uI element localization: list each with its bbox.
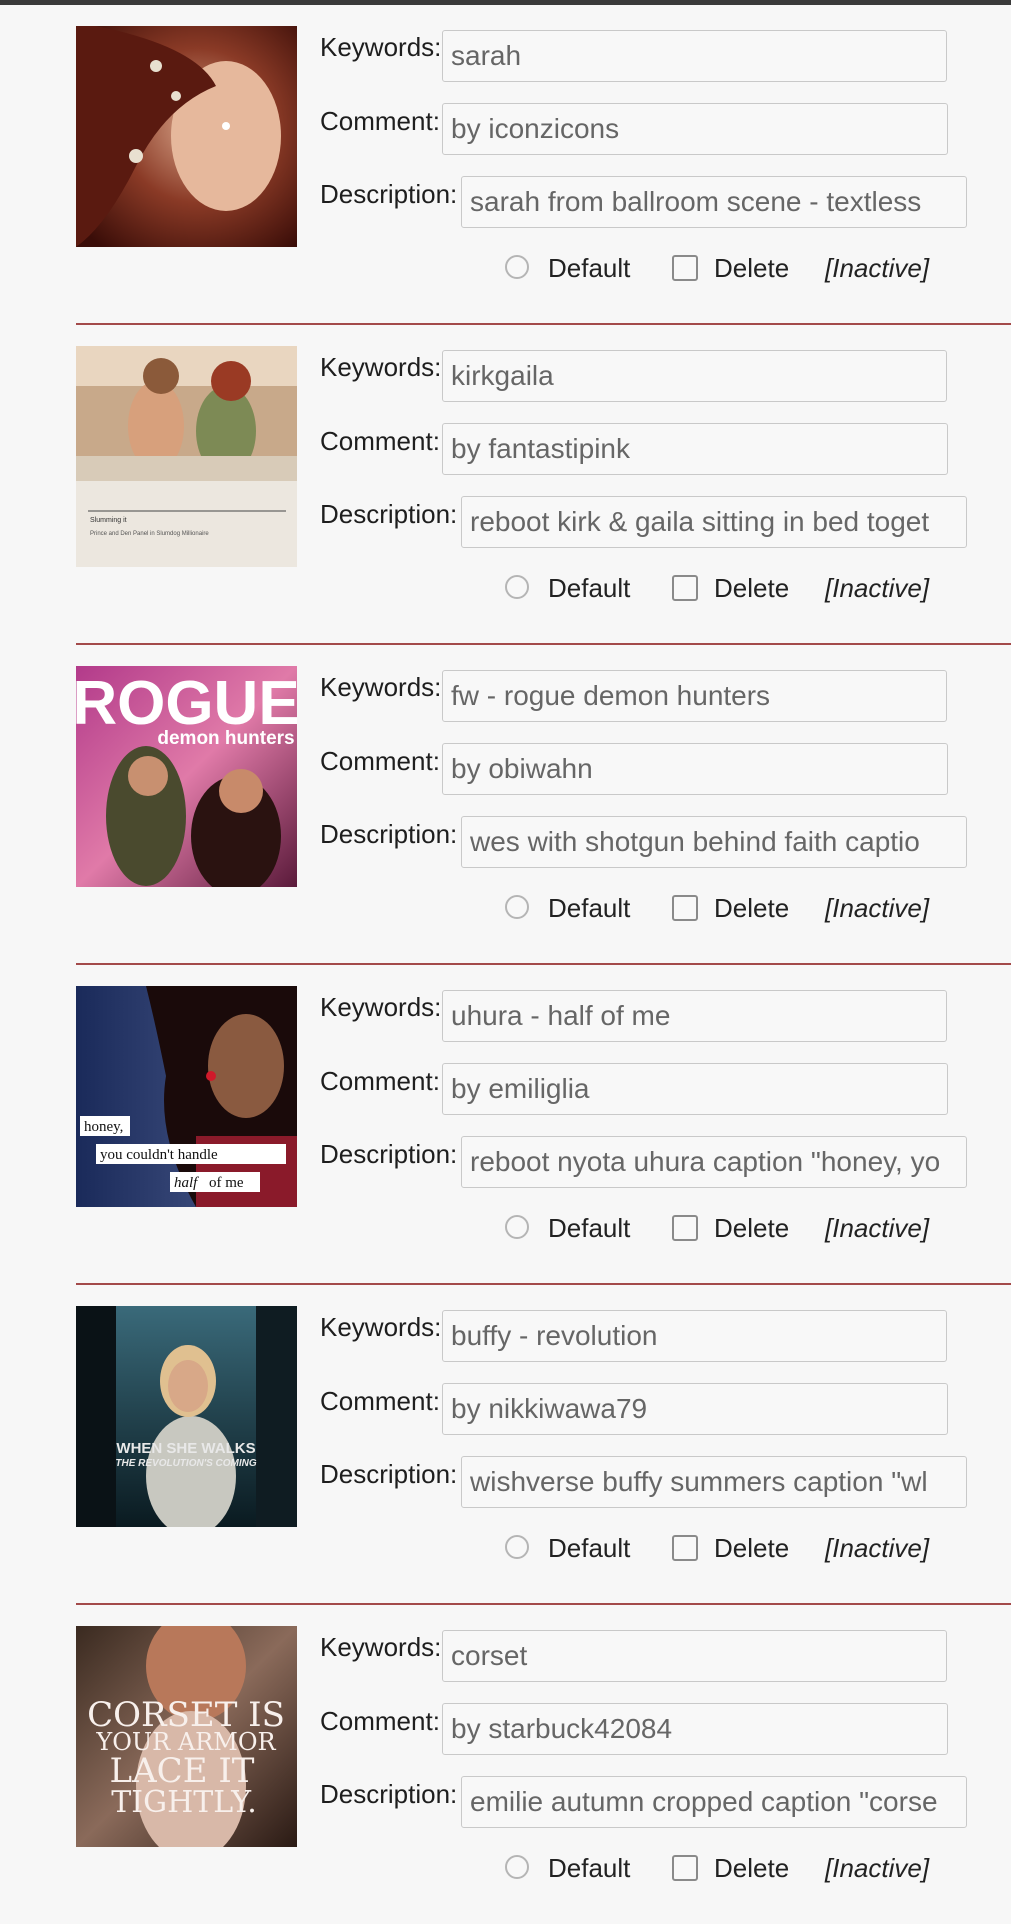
description-label: Description: [320,1459,458,1489]
default-label: Default [548,1853,631,1883]
description-input[interactable] [461,1456,967,1508]
default-radio[interactable] [505,895,529,919]
delete-label: Delete [714,253,790,283]
sarah-ballroom-image [76,26,297,247]
userpic-thumbnail[interactable]: WHEN SHE WALKS THE REVOLUTION'S COMING [76,1306,297,1527]
keywords-input[interactable] [442,670,947,722]
keywords-label: Keywords: [320,32,442,62]
delete-checkbox[interactable] [672,575,698,601]
keywords-input[interactable] [442,1630,947,1682]
default-label: Default [548,253,631,283]
delete-label: Delete [714,573,790,603]
default-radio[interactable] [505,1535,529,1559]
corset-image: CORSET IS YOUR ARMOR LACE IT TIGHTLY. [76,1626,297,1847]
buffy-image: WHEN SHE WALKS THE REVOLUTION'S COMING [76,1306,297,1527]
comment-label: Comment: [320,106,440,136]
comment-label: Comment: [320,1706,440,1736]
default-radio[interactable] [505,575,529,599]
image-caption-line2: THE REVOLUTION'S COMING [115,1458,256,1469]
comment-label: Comment: [320,1066,440,1096]
image-caption-ofme: of me [209,1175,244,1191]
comment-label: Comment: [320,746,440,776]
icon-entry: Slumming it Prince and Den Panel in Slum… [0,324,1011,645]
status-label: [Inactive] [825,573,930,603]
description-input[interactable] [461,1136,967,1188]
default-label: Default [548,893,631,923]
keywords-label: Keywords: [320,992,442,1022]
image-caption-half: half [174,1175,199,1191]
delete-checkbox[interactable] [672,255,698,281]
keywords-input[interactable] [442,1310,947,1362]
description-label: Description: [320,499,458,529]
comment-input[interactable] [442,1383,948,1435]
status-label: [Inactive] [825,893,930,923]
status-label: [Inactive] [825,1533,930,1563]
icon-entry: ROGUE demon hunters Keywords: Comment: D… [0,644,1011,965]
image-caption-line2: you couldn't handle [100,1147,218,1163]
icon-entry: CORSET IS YOUR ARMOR LACE IT TIGHTLY. Ke… [0,1604,1011,1924]
image-caption-line1: honey, [84,1119,123,1135]
rogue-demon-hunters-image: ROGUE demon hunters [76,666,297,887]
delete-label: Delete [714,1213,790,1243]
image-caption-line1: WHEN SHE WALKS [116,1440,255,1457]
comment-input[interactable] [442,1703,948,1755]
userpic-thumbnail[interactable] [76,26,297,247]
description-label: Description: [320,179,458,209]
keywords-label: Keywords: [320,672,442,702]
image-caption-subtitle: Prince and Den Panel in Slumdog Milliona… [90,531,209,537]
keywords-input[interactable] [442,30,947,82]
userpic-thumbnail[interactable]: Slumming it Prince and Den Panel in Slum… [76,346,297,567]
image-caption-title: Slumming it [90,517,127,524]
description-label: Description: [320,819,458,849]
description-input[interactable] [461,496,967,548]
uhura-image: honey, you couldn't handle half of me [76,986,297,1207]
keywords-input[interactable] [442,350,947,402]
userpic-thumbnail[interactable]: CORSET IS YOUR ARMOR LACE IT TIGHTLY. [76,1626,297,1847]
delete-checkbox[interactable] [672,1535,698,1561]
description-label: Description: [320,1139,458,1169]
keywords-label: Keywords: [320,1312,442,1342]
keywords-label: Keywords: [320,1632,442,1662]
description-input[interactable] [461,1776,967,1828]
default-radio[interactable] [505,1215,529,1239]
delete-checkbox[interactable] [672,895,698,921]
userpic-thumbnail[interactable]: honey, you couldn't handle half of me [76,986,297,1207]
delete-label: Delete [714,893,790,923]
delete-checkbox[interactable] [672,1215,698,1241]
icon-entry: honey, you couldn't handle half of me Ke… [0,964,1011,1285]
default-label: Default [548,573,631,603]
status-label: [Inactive] [825,1853,930,1883]
image-caption-line4: TIGHTLY. [111,1785,256,1820]
description-label: Description: [320,1779,458,1809]
comment-input[interactable] [442,743,948,795]
keywords-label: Keywords: [320,352,442,382]
comment-label: Comment: [320,426,440,456]
icon-entry: WHEN SHE WALKS THE REVOLUTION'S COMING K… [0,1284,1011,1605]
status-label: [Inactive] [825,1213,930,1243]
status-label: [Inactive] [825,253,930,283]
default-radio[interactable] [505,1855,529,1879]
delete-checkbox[interactable] [672,1855,698,1881]
comment-input[interactable] [442,1063,948,1115]
userpic-thumbnail[interactable]: ROGUE demon hunters [76,666,297,887]
delete-label: Delete [714,1853,790,1883]
image-subtitle-text: demon hunters [157,728,294,749]
default-label: Default [548,1533,631,1563]
comment-input[interactable] [442,103,948,155]
icon-entry: Keywords: Comment: Description: Default … [0,4,1011,325]
description-input[interactable] [461,176,967,228]
default-label: Default [548,1213,631,1243]
comment-label: Comment: [320,1386,440,1416]
description-input[interactable] [461,816,967,868]
keywords-input[interactable] [442,990,947,1042]
kirk-gaila-image: Slumming it Prince and Den Panel in Slum… [76,346,297,567]
delete-label: Delete [714,1533,790,1563]
default-radio[interactable] [505,255,529,279]
comment-input[interactable] [442,423,948,475]
